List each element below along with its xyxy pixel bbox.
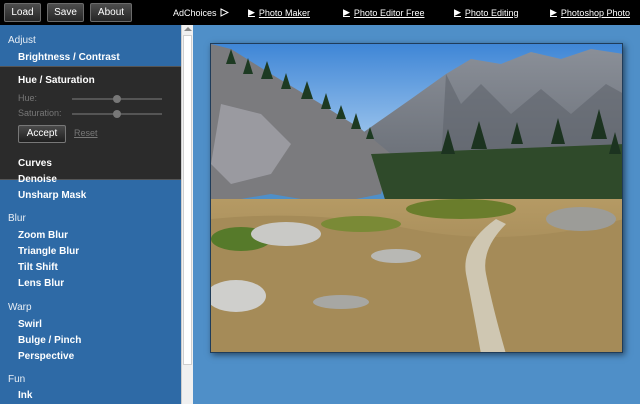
play-arrow-icon: ▶ [454, 7, 461, 17]
section-adjust: Adjust [8, 35, 36, 46]
landscape-photo [211, 44, 622, 352]
play-arrow-icon: ▶ [343, 7, 350, 17]
adchoices-icon [220, 8, 229, 17]
ad-link-label: Photo Editor Free [353, 7, 425, 18]
saturation-slider[interactable] [72, 110, 162, 118]
filter-curves[interactable]: Curves [18, 158, 52, 169]
filter-lens-blur[interactable]: Lens Blur [18, 278, 64, 289]
load-button[interactable]: Load [4, 3, 41, 22]
scrollbar-thumb[interactable] [183, 35, 192, 365]
top-toolbar: Load Save About AdChoices ▶ Photo Maker … [0, 0, 640, 25]
accept-button[interactable]: Accept [18, 125, 66, 143]
section-blur: Blur [8, 213, 26, 224]
ad-link-label: Photo Editing [464, 7, 519, 18]
hue-slider-handle[interactable] [113, 95, 121, 103]
filter-perspective[interactable]: Perspective [18, 351, 74, 362]
ad-link-photoshop-photo[interactable]: ▶ Photoshop Photo [550, 0, 630, 25]
ad-link-label: Photo Maker [258, 7, 310, 18]
filter-brightness-contrast[interactable]: Brightness / Contrast [18, 52, 120, 63]
scroll-up-arrow-icon[interactable] [184, 27, 192, 31]
filter-tilt-shift[interactable]: Tilt Shift [18, 262, 58, 273]
filter-ink[interactable]: Ink [18, 390, 32, 401]
saturation-label: Saturation: [18, 108, 62, 118]
ad-link-photo-editing[interactable]: ▶ Photo Editing [454, 0, 518, 25]
ad-link-photo-editor-free[interactable]: ▶ Photo Editor Free [343, 0, 424, 25]
filter-swirl[interactable]: Swirl [18, 319, 42, 330]
filter-zoom-blur[interactable]: Zoom Blur [18, 230, 68, 241]
section-warp: Warp [8, 302, 32, 313]
filter-denoise[interactable]: Denoise [18, 174, 57, 185]
filters-sidebar: Adjust Brightness / Contrast Hue / Satur… [0, 25, 181, 404]
panel-title: Hue / Saturation [18, 75, 95, 86]
filter-bulge-pinch[interactable]: Bulge / Pinch [18, 335, 81, 346]
ad-link-label: Photoshop Photo [560, 7, 630, 18]
filter-triangle-blur[interactable]: Triangle Blur [18, 246, 79, 257]
hue-slider[interactable] [72, 95, 162, 103]
filter-unsharp-mask[interactable]: Unsharp Mask [18, 190, 86, 201]
adchoices[interactable]: AdChoices [173, 0, 229, 25]
hue-label: Hue: [18, 93, 38, 103]
saturation-slider-handle[interactable] [113, 110, 121, 118]
reset-link[interactable]: Reset [74, 128, 98, 138]
ad-link-photo-maker[interactable]: ▶ Photo Maker [248, 0, 310, 25]
sidebar-scrollbar[interactable] [181, 25, 193, 404]
save-button[interactable]: Save [47, 3, 84, 22]
play-arrow-icon: ▶ [248, 7, 255, 17]
adchoices-label: AdChoices [173, 7, 217, 18]
photo-canvas[interactable] [210, 43, 623, 353]
play-arrow-icon: ▶ [550, 7, 557, 17]
about-button[interactable]: About [90, 3, 132, 22]
section-fun: Fun [8, 374, 26, 385]
